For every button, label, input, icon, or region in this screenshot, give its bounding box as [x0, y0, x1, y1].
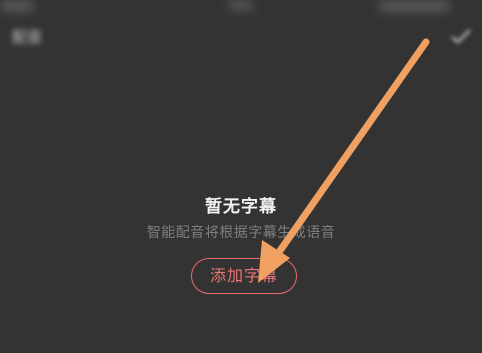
blurred-status-item: [378, 0, 450, 12]
empty-state-title: 暂无字幕: [205, 197, 277, 217]
empty-state-description: 智能配音将根据字幕生成语音: [146, 225, 336, 241]
back-button-label[interactable]: 配音: [12, 26, 42, 47]
blurred-status-item: [0, 0, 34, 12]
blurred-status-item: [228, 0, 254, 10]
confirm-icon[interactable]: [450, 28, 472, 44]
subtitle-empty-screen: 配音 暂无字幕 智能配音将根据字幕生成语音 添加字幕: [0, 0, 482, 353]
add-subtitle-button[interactable]: 添加字幕: [191, 258, 297, 294]
top-bar: 配音: [0, 0, 482, 70]
